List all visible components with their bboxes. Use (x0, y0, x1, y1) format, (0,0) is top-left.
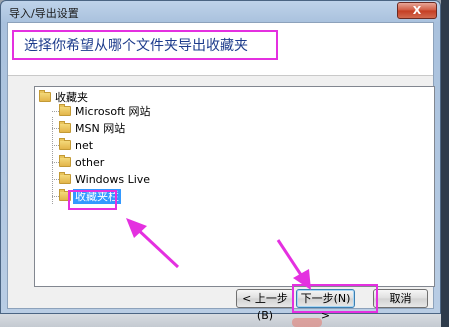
arrow-to-next-icon (276, 239, 311, 290)
annotation-arrows (126, 218, 311, 290)
arrow-to-selection-icon (126, 218, 180, 269)
